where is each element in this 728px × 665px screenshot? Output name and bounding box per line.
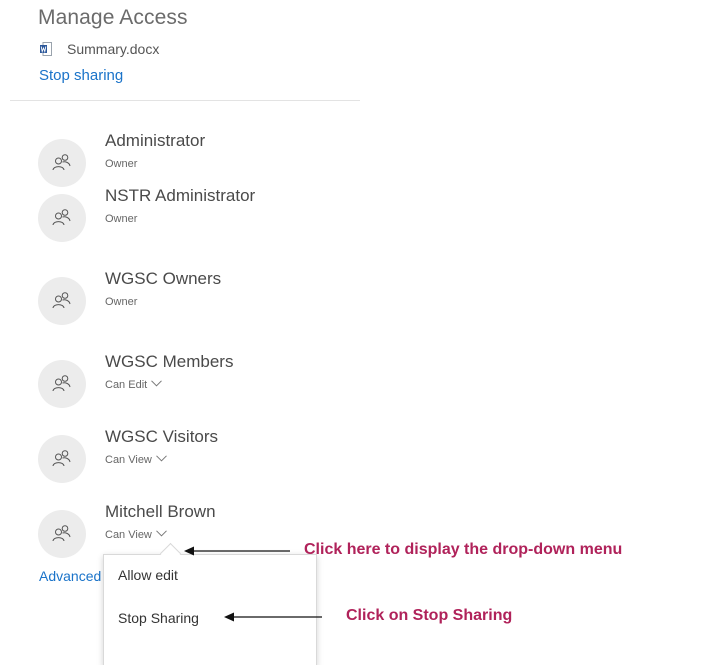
permission-text: Owner xyxy=(105,296,138,308)
permission-text: Can View xyxy=(105,454,152,466)
annotation-arrow-left-icon xyxy=(224,612,322,622)
permission-label: Owner xyxy=(105,213,137,225)
header-divider xyxy=(10,100,360,101)
menu-item-stop-sharing[interactable]: Stop Sharing xyxy=(118,610,199,626)
group-icon xyxy=(52,209,71,226)
permission-label: Owner xyxy=(105,296,137,308)
annotation-dropdown-hint: Click here to display the drop-down menu xyxy=(304,541,623,558)
group-icon xyxy=(52,525,71,542)
avatar xyxy=(38,277,86,325)
permission-text: Owner xyxy=(105,213,138,225)
person-name: Administrator xyxy=(105,131,206,150)
file-info: Summary.docx xyxy=(40,40,159,58)
person-name: WGSC Visitors xyxy=(105,427,219,446)
annotation-stop-sharing-hint: Click on Stop Sharing xyxy=(346,607,513,624)
person-row: WGSC Visitors Can View xyxy=(38,427,328,495)
group-icon xyxy=(52,154,71,171)
permission-dropdown[interactable]: Can View xyxy=(105,454,167,466)
group-icon xyxy=(52,375,71,392)
person-row: NSTR Administrator Owner xyxy=(38,186,328,254)
person-name: NSTR Administrator xyxy=(105,186,256,205)
avatar xyxy=(38,139,86,187)
avatar xyxy=(38,360,86,408)
avatar xyxy=(38,510,86,558)
person-name: Mitchell Brown xyxy=(105,502,216,521)
person-name: WGSC Owners xyxy=(105,269,222,288)
permission-dropdown[interactable]: Can View xyxy=(105,529,167,541)
annotation-arrow-left-icon xyxy=(184,546,290,556)
advanced-link[interactable]: Advanced xyxy=(39,568,101,584)
permission-text: Owner xyxy=(105,158,138,170)
permission-text: Can Edit xyxy=(105,379,148,391)
group-icon xyxy=(52,292,71,309)
permission-label: Owner xyxy=(105,158,137,170)
permission-dropdown[interactable]: Can Edit xyxy=(105,378,163,391)
panel-title: Manage Access xyxy=(38,6,188,29)
word-document-icon xyxy=(40,42,52,56)
group-icon xyxy=(52,450,71,467)
stop-sharing-link[interactable]: Stop sharing xyxy=(39,67,123,84)
permission-text: Can View xyxy=(105,529,152,541)
chevron-down-icon xyxy=(151,378,163,390)
chevron-down-icon xyxy=(156,528,167,540)
menu-item-allow-edit[interactable]: Allow edit xyxy=(118,567,178,583)
avatar xyxy=(38,194,86,242)
avatar xyxy=(38,435,86,483)
person-name: WGSC Members xyxy=(105,352,234,371)
file-name: Summary.docx xyxy=(67,41,160,57)
person-row: WGSC Members Can Edit xyxy=(38,352,328,420)
person-row: WGSC Owners Owner xyxy=(38,269,328,337)
chevron-down-icon xyxy=(156,453,167,465)
